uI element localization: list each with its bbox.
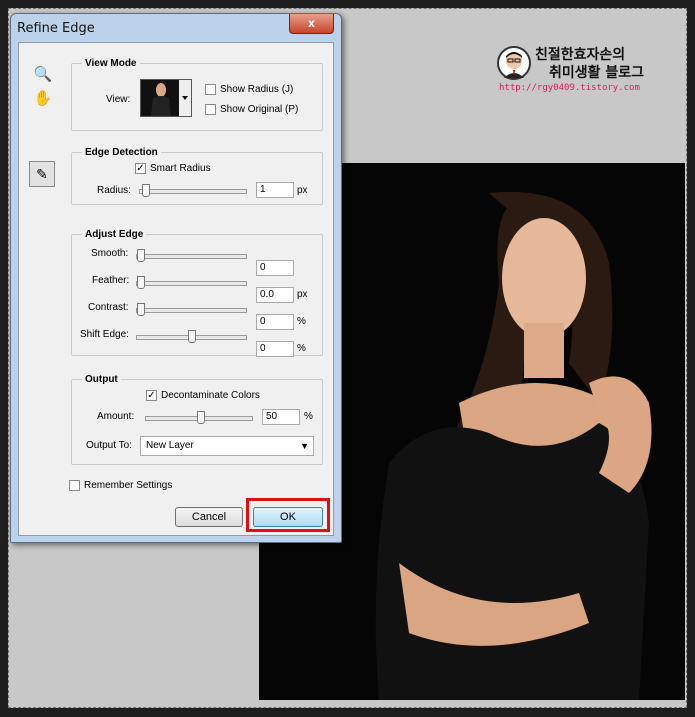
smooth-slider[interactable]: [136, 249, 247, 262]
dialog-titlebar[interactable]: Refine Edge x: [11, 14, 341, 42]
contrast-slider-thumb[interactable]: [137, 303, 145, 316]
decontaminate-colors-label: Decontaminate Colors: [161, 390, 260, 401]
radius-slider-thumb[interactable]: [142, 184, 150, 197]
adjust-edge-legend: Adjust Edge: [85, 229, 144, 240]
output-to-select[interactable]: New Layer ▼: [140, 436, 314, 456]
feather-slider-thumb[interactable]: [137, 276, 145, 289]
feather-slider[interactable]: [136, 276, 247, 289]
view-mode-legend: View Mode: [85, 58, 137, 69]
close-button[interactable]: x: [289, 14, 334, 34]
show-original-label: Show Original (P): [220, 104, 299, 115]
amount-slider[interactable]: [145, 411, 253, 424]
view-mode-thumbnail[interactable]: [140, 79, 192, 117]
amount-unit: %: [304, 411, 313, 422]
refine-radius-tool-icon[interactable]: ✎: [29, 161, 55, 187]
watermark-subtitle: 취미생활 블로그: [549, 65, 645, 81]
shift-edge-slider[interactable]: [136, 330, 247, 343]
shift-edge-unit: %: [297, 343, 306, 354]
feather-input[interactable]: 0.0: [256, 287, 294, 303]
contrast-input[interactable]: 0: [256, 314, 294, 330]
feather-label: Feather:: [92, 275, 130, 286]
smooth-input[interactable]: 0: [256, 260, 294, 276]
radius-slider[interactable]: [139, 184, 247, 197]
edge-detection-legend: Edge Detection: [85, 147, 158, 158]
contrast-slider[interactable]: [136, 303, 247, 316]
remember-settings-label: Remember Settings: [84, 480, 173, 491]
refine-edge-dialog: Refine Edge x 🔍 ✋ ✎ View Mode View: Show…: [10, 13, 342, 543]
decontaminate-colors-checkbox[interactable]: ✓: [146, 390, 157, 401]
avatar: [497, 46, 531, 80]
amount-slider-thumb[interactable]: [197, 411, 205, 424]
radius-label: Radius:: [97, 185, 131, 196]
cancel-button[interactable]: Cancel: [175, 507, 243, 527]
shift-edge-slider-thumb[interactable]: [188, 330, 196, 343]
smooth-label: Smooth:: [91, 248, 129, 259]
hand-tool-icon[interactable]: ✋: [32, 89, 54, 109]
smart-radius-checkbox[interactable]: ✓: [135, 163, 146, 174]
shift-edge-label: Shift Edge:: [80, 329, 129, 340]
output-legend: Output: [85, 374, 118, 385]
radius-unit: px: [297, 185, 308, 196]
amount-input[interactable]: 50: [262, 409, 300, 425]
smart-radius-label: Smart Radius: [150, 163, 211, 174]
feather-unit: px: [297, 289, 308, 300]
output-to-value: New Layer: [146, 440, 194, 451]
output-to-label: Output To:: [86, 440, 132, 451]
shift-edge-input[interactable]: 0: [256, 341, 294, 357]
chevron-down-icon: ▼: [300, 441, 309, 451]
smooth-slider-thumb[interactable]: [137, 249, 145, 262]
watermark-title: 친절한효자손의: [535, 47, 626, 63]
contrast-unit: %: [297, 316, 306, 327]
amount-label: Amount:: [97, 411, 135, 422]
dialog-title: Refine Edge: [17, 21, 95, 36]
canvas-border: [687, 0, 695, 717]
show-radius-checkbox[interactable]: [205, 84, 216, 95]
show-original-checkbox[interactable]: [205, 104, 216, 115]
dialog-body: 🔍 ✋ ✎ View Mode View: Show Radius (J) Sh…: [18, 42, 334, 536]
view-label: View:: [106, 94, 131, 105]
watermark-url: http://rgy0409.tistory.com: [499, 83, 640, 93]
zoom-tool-icon[interactable]: 🔍: [32, 65, 54, 85]
remember-settings-checkbox[interactable]: [69, 480, 80, 491]
blog-watermark: 친절한효자손의 취미생활 블로그 http://rgy0409.tistory.…: [497, 44, 667, 96]
show-radius-label: Show Radius (J): [220, 84, 294, 95]
radius-input[interactable]: 1: [256, 182, 294, 198]
ok-button-highlight: [246, 498, 330, 532]
contrast-label: Contrast:: [88, 302, 129, 313]
